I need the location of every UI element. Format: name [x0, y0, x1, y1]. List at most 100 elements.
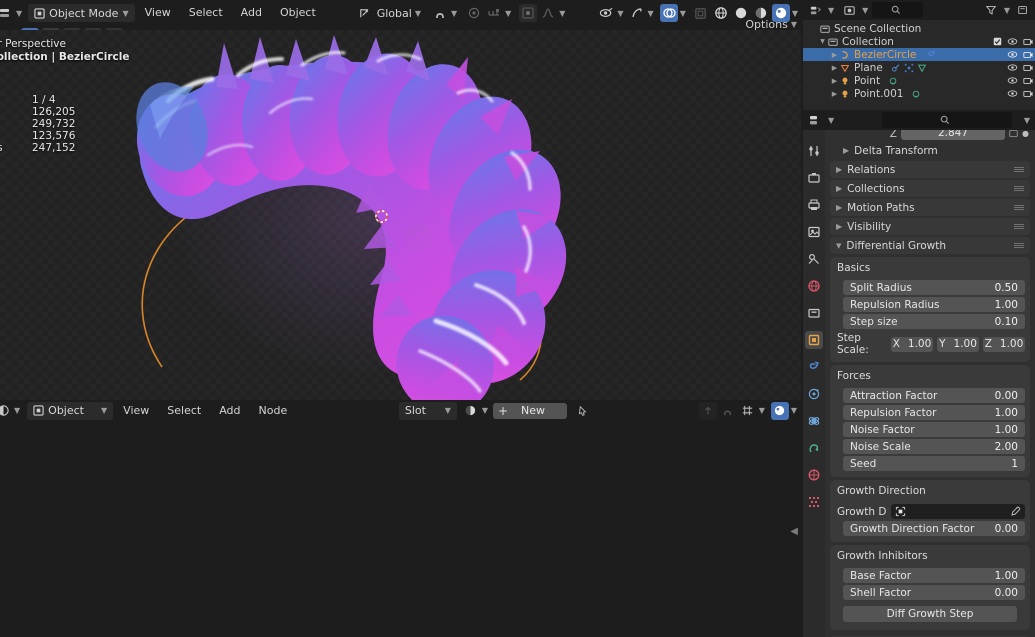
- 3d-viewport[interactable]: ▼ Object Mode ▼ View Select Add Object G…: [0, 0, 801, 400]
- overlays-chevron[interactable]: ▼: [680, 9, 686, 18]
- chevron-right-icon[interactable]: ▶: [836, 222, 842, 231]
- disclosure-triangle[interactable]: ▼: [817, 38, 828, 45]
- material-slot-selector[interactable]: Slot ▼: [398, 401, 457, 420]
- field-attraction-factor[interactable]: Attraction Factor 0.00: [843, 388, 1025, 403]
- eye-icon[interactable]: [1007, 63, 1018, 72]
- outliner-display-mode-icon[interactable]: [806, 1, 824, 19]
- field-seed[interactable]: Seed 1: [843, 456, 1025, 471]
- properties-tab-object[interactable]: [805, 331, 823, 349]
- shader-node-canvas[interactable]: ◀: [0, 421, 801, 637]
- camera-icon[interactable]: [1023, 50, 1033, 59]
- shader-menu-add[interactable]: Add: [211, 398, 248, 424]
- proportional-edit-icon[interactable]: [465, 4, 483, 22]
- outliner-row-collection[interactable]: ▼ Collection: [803, 35, 1035, 48]
- plus-icon[interactable]: +: [493, 404, 513, 418]
- shader-editor[interactable]: ▼ Object ▼ View Select Add Node Slot ▼ ▼: [0, 400, 801, 637]
- shader-type-chevron[interactable]: ▼: [101, 406, 107, 415]
- camera-icon[interactable]: [1023, 37, 1033, 46]
- chevron-right-icon[interactable]: ▶: [836, 184, 842, 193]
- chevron-right-icon[interactable]: ▶: [836, 203, 842, 212]
- snap-grid-icon[interactable]: [739, 402, 757, 420]
- outliner-filter-id-icon[interactable]: [840, 1, 858, 19]
- shading-chevron[interactable]: ▼: [792, 9, 798, 18]
- outliner-row-scene-collection[interactable]: Scene Collection: [803, 22, 1035, 35]
- orientation-chevron[interactable]: ▼: [415, 9, 421, 18]
- panel-visibility[interactable]: ▶ Visibility: [830, 218, 1030, 235]
- editor-type-chevron[interactable]: ▼: [16, 9, 22, 18]
- properties-tab-scene[interactable]: [805, 250, 823, 268]
- shader-editor-icon[interactable]: [0, 402, 12, 420]
- mesh-data-icon[interactable]: [917, 63, 927, 73]
- snap-grid-chevron[interactable]: ▼: [759, 406, 765, 415]
- camera-icon[interactable]: [1023, 76, 1033, 85]
- properties-tab-collection[interactable]: [805, 304, 823, 322]
- mode-chevron[interactable]: ▼: [122, 9, 128, 18]
- eye-icon[interactable]: [1007, 89, 1018, 98]
- field-repulsion-radius[interactable]: Repulsion Radius 1.00: [843, 297, 1025, 312]
- decorator-dot-icon[interactable]: ●: [1022, 130, 1029, 138]
- field-step-size[interactable]: Step size 0.10: [843, 314, 1025, 329]
- viewport-canvas[interactable]: er Perspective Collection | BezierCircle…: [0, 30, 801, 400]
- eye-icon[interactable]: [1007, 37, 1018, 46]
- properties-tab-constraints[interactable]: [805, 439, 823, 457]
- snap-chevron[interactable]: ▼: [505, 9, 511, 18]
- gizmo-chevron[interactable]: ▼: [648, 9, 654, 18]
- proportional-falloff-icon[interactable]: [519, 4, 538, 22]
- outliner-search-input[interactable]: [872, 2, 924, 18]
- properties-tab-view-layer[interactable]: [805, 223, 823, 241]
- new-material-button[interactable]: New: [513, 404, 567, 417]
- modifier-icon[interactable]: [926, 49, 937, 60]
- material-browse-chevron[interactable]: ▼: [482, 406, 488, 415]
- step-scale-x[interactable]: X 1.00: [891, 336, 933, 352]
- viewport-options-button[interactable]: Options ▼: [745, 18, 797, 31]
- material-icon[interactable]: [891, 63, 901, 73]
- outliner-row-toggles[interactable]: [1007, 76, 1033, 85]
- outliner-new-collection-icon[interactable]: [1014, 1, 1032, 19]
- shading-wireframe-icon[interactable]: [712, 4, 730, 22]
- filter-icon[interactable]: [982, 1, 1000, 19]
- properties-tab-world[interactable]: [805, 277, 823, 295]
- outliner-filter-id-chevron[interactable]: ▼: [862, 6, 868, 15]
- diff-growth-step-button[interactable]: Diff Growth Step: [843, 606, 1017, 622]
- panel-differential-growth[interactable]: ▼ Differential Growth: [830, 237, 1030, 254]
- properties-tab-render[interactable]: [805, 169, 823, 187]
- properties-browse-icon[interactable]: [806, 111, 824, 129]
- checkbox-icon[interactable]: [993, 37, 1002, 46]
- overlays-icon[interactable]: [659, 4, 678, 22]
- shader-editor-type-chevron[interactable]: ▼: [14, 406, 20, 415]
- filter-chevron[interactable]: ▼: [1004, 6, 1010, 15]
- outliner-row-toggles[interactable]: [993, 37, 1033, 46]
- falloff-chevron[interactable]: ▼: [559, 9, 565, 18]
- field-growth-direction-factor[interactable]: Growth Direction Factor 0.00: [843, 521, 1025, 536]
- light-data-icon[interactable]: [911, 89, 921, 99]
- outliner-row-point[interactable]: ▶ Point: [803, 74, 1035, 87]
- viewport-menu-select[interactable]: Select: [181, 0, 231, 26]
- object-picker-field[interactable]: [891, 504, 1025, 519]
- properties-tab-physics[interactable]: [805, 412, 823, 430]
- properties-tab-tool[interactable]: [805, 142, 823, 160]
- properties-tab-strip[interactable]: [803, 130, 825, 637]
- properties-content[interactable]: Z 2.847 ● ▶ Delta Transform ▶ Relations …: [825, 130, 1035, 637]
- node-overlays-chevron[interactable]: ▼: [791, 406, 797, 415]
- properties-options-chevron[interactable]: ▼: [1024, 116, 1030, 125]
- step-scale-z[interactable]: Z 1.00: [983, 336, 1025, 352]
- chevron-right-icon[interactable]: ▶: [843, 146, 849, 155]
- field-split-radius[interactable]: Split Radius 0.50: [843, 280, 1025, 295]
- properties-editor[interactable]: ▼ ▼ Z 2.847 ● ▶ Delta Transform ▶ Relati…: [803, 110, 1035, 637]
- viewport-menu-view[interactable]: View: [137, 0, 179, 26]
- properties-browse-chevron[interactable]: ▼: [828, 116, 834, 125]
- disclosure-triangle[interactable]: ▶: [829, 51, 840, 59]
- z-transform-row[interactable]: Z 2.847 ●: [825, 130, 1035, 140]
- step-scale-y[interactable]: Y 1.00: [937, 336, 979, 352]
- properties-tab-particles[interactable]: [805, 385, 823, 403]
- outliner-display-mode-chevron[interactable]: ▼: [828, 6, 834, 15]
- eye-icon[interactable]: [1007, 50, 1018, 59]
- shader-menu-select[interactable]: Select: [159, 398, 209, 424]
- properties-tab-texture[interactable]: [805, 493, 823, 511]
- outliner-tree[interactable]: Scene Collection ▼ Collection ▶ BezierCi…: [803, 20, 1035, 100]
- outliner-row-toggles[interactable]: [1007, 89, 1033, 98]
- properties-search-input[interactable]: [882, 112, 1013, 128]
- navigation-gizmo[interactable]: [404, 223, 432, 251]
- panel-motion-paths[interactable]: ▶ Motion Paths: [830, 199, 1030, 216]
- panel-delta-transform[interactable]: ▶ Delta Transform: [837, 142, 1030, 159]
